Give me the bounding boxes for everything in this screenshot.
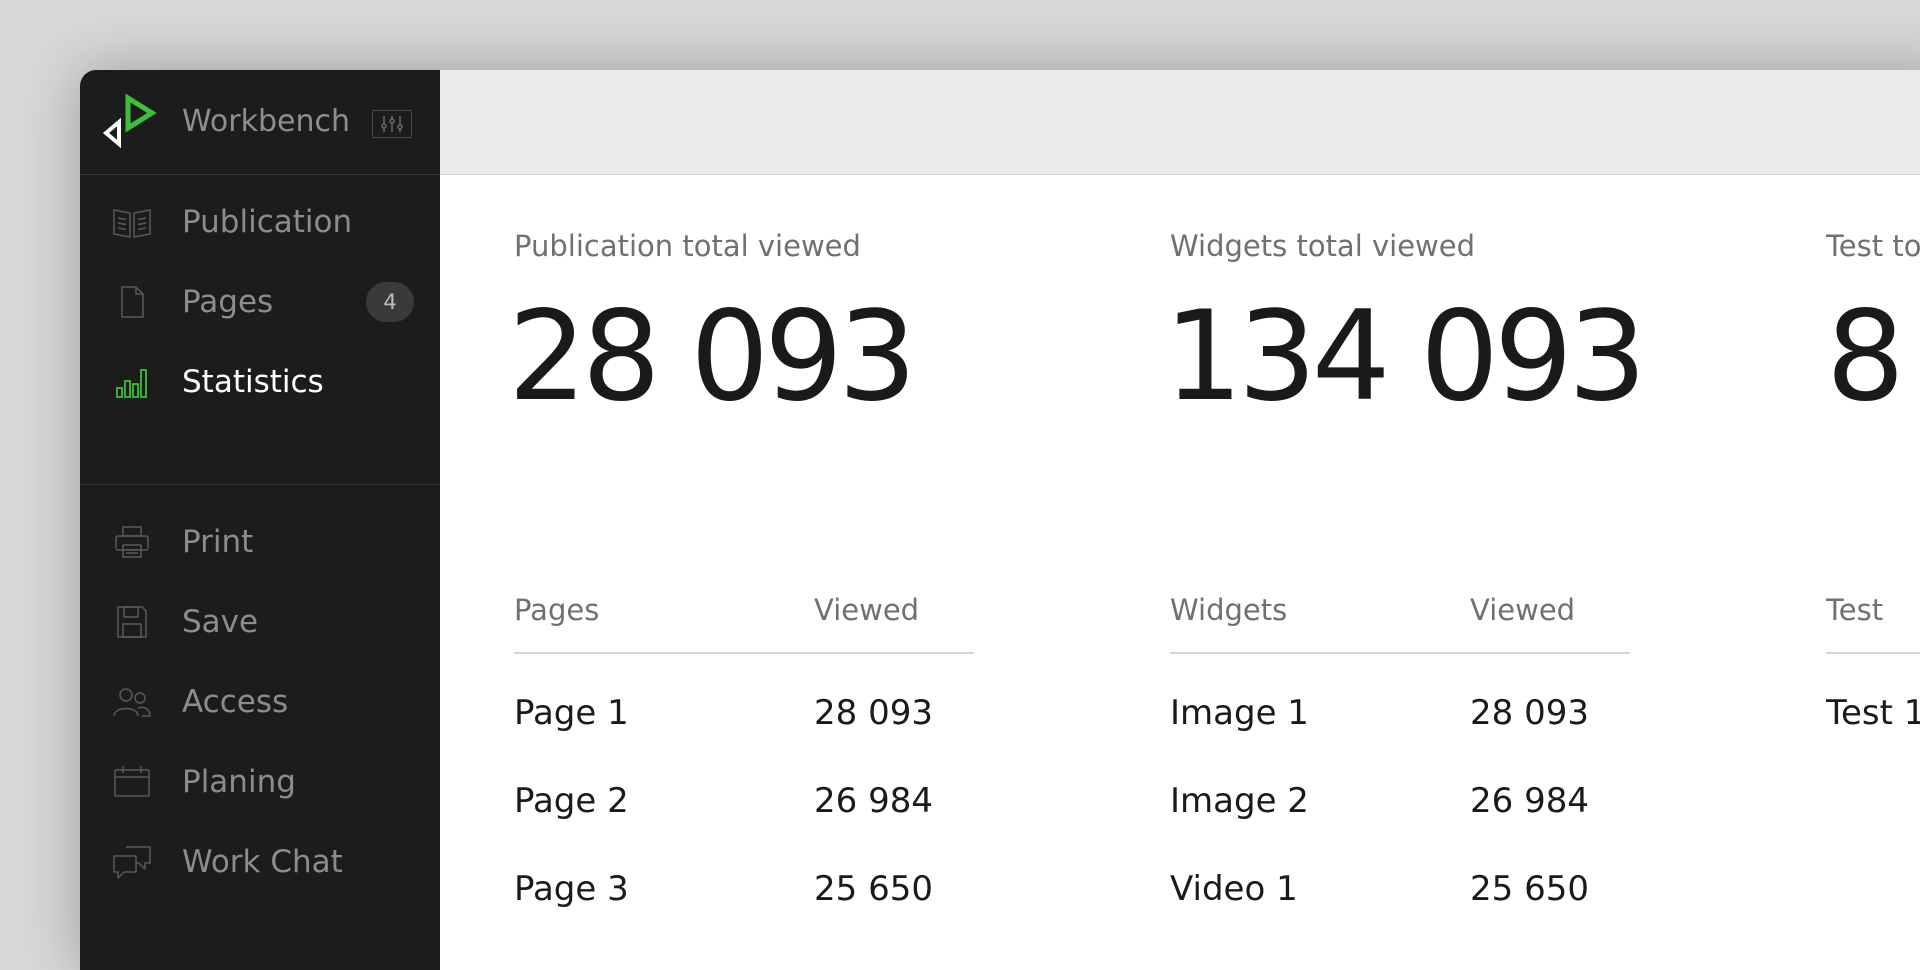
app-window: Workbench Publication Pages 4 Statistics… — [80, 70, 1920, 970]
save-icon — [112, 604, 152, 640]
table-cell: Test 1 — [1826, 693, 1920, 733]
table-header: Widgets — [1170, 593, 1288, 627]
app-name: Workbench — [182, 104, 350, 139]
sidebar-item-label: Print — [182, 524, 254, 560]
table-cell: 26 984 — [814, 781, 933, 821]
table-cell: 28 093 — [1470, 693, 1589, 733]
sidebar-item-work-chat[interactable]: Work Chat — [80, 822, 440, 902]
table-cell: Page 3 — [514, 869, 629, 909]
table-cell: 25 650 — [814, 869, 933, 909]
table-header: Viewed — [814, 593, 920, 627]
sidebar-item-label: Statistics — [182, 364, 324, 400]
table-header-divider — [514, 652, 974, 654]
sidebar-item-access[interactable]: Access — [80, 662, 440, 742]
sidebar-item-label: Pages — [182, 284, 274, 320]
sidebar: Workbench Publication Pages 4 Statistics… — [80, 70, 440, 970]
workbench-logo-icon[interactable] — [102, 92, 166, 156]
table-cell: Image 1 — [1170, 693, 1309, 733]
secondary-nav: Print Save Access Planing Work Chat — [80, 502, 440, 902]
sidebar-item-label: Save — [182, 604, 259, 640]
table-header-divider — [1826, 652, 1920, 654]
users-icon — [112, 684, 152, 720]
table-cell: 28 093 — [814, 693, 933, 733]
table-header: Pages — [514, 593, 600, 627]
stat-label: Widgets total viewed — [1170, 229, 1476, 263]
sidebar-divider — [80, 484, 440, 485]
sidebar-item-label: Access — [182, 684, 289, 720]
chat-icon — [112, 844, 152, 880]
sidebar-item-publication[interactable]: Publication — [80, 182, 440, 262]
calendar-icon — [112, 764, 152, 800]
sidebar-item-label: Planing — [182, 764, 296, 800]
table-cell: 26 984 — [1470, 781, 1589, 821]
test-stats: Test to 8 Test Test 1 — [1826, 175, 1920, 875]
primary-nav: Publication Pages 4 Statistics — [80, 182, 440, 422]
book-icon — [112, 204, 152, 240]
table-header-divider — [1170, 652, 1630, 654]
top-bar — [440, 70, 1920, 175]
pages-count-badge: 4 — [366, 282, 414, 322]
table-cell: Page 1 — [514, 693, 629, 733]
page-icon — [112, 284, 152, 320]
stat-label: Test to — [1826, 229, 1920, 263]
table-cell: Page 2 — [514, 781, 629, 821]
table-cell: 25 650 — [1470, 869, 1589, 909]
sidebar-item-pages[interactable]: Pages 4 — [80, 262, 440, 342]
stat-value: 8 — [1826, 285, 1905, 429]
sliders-icon[interactable] — [372, 110, 412, 138]
stat-value: 134 093 — [1164, 285, 1647, 429]
bar-chart-icon — [112, 364, 152, 400]
stat-label: Publication total viewed — [514, 229, 861, 263]
table-header: Viewed — [1470, 593, 1576, 627]
sidebar-item-save[interactable]: Save — [80, 582, 440, 662]
sidebar-item-print[interactable]: Print — [80, 502, 440, 582]
statistics-content: Publication total viewed 28 093 Pages Vi… — [440, 175, 1920, 970]
table-cell: Video 1 — [1170, 869, 1298, 909]
table-cell: Image 2 — [1170, 781, 1309, 821]
stat-value: 28 093 — [508, 285, 917, 429]
brand-header: Workbench — [80, 70, 440, 175]
table-header: Test — [1826, 593, 1884, 627]
sidebar-item-label: Publication — [182, 204, 353, 240]
sidebar-item-statistics[interactable]: Statistics — [80, 342, 440, 422]
printer-icon — [112, 524, 152, 560]
sidebar-item-planing[interactable]: Planing — [80, 742, 440, 822]
sidebar-item-label: Work Chat — [182, 844, 343, 880]
